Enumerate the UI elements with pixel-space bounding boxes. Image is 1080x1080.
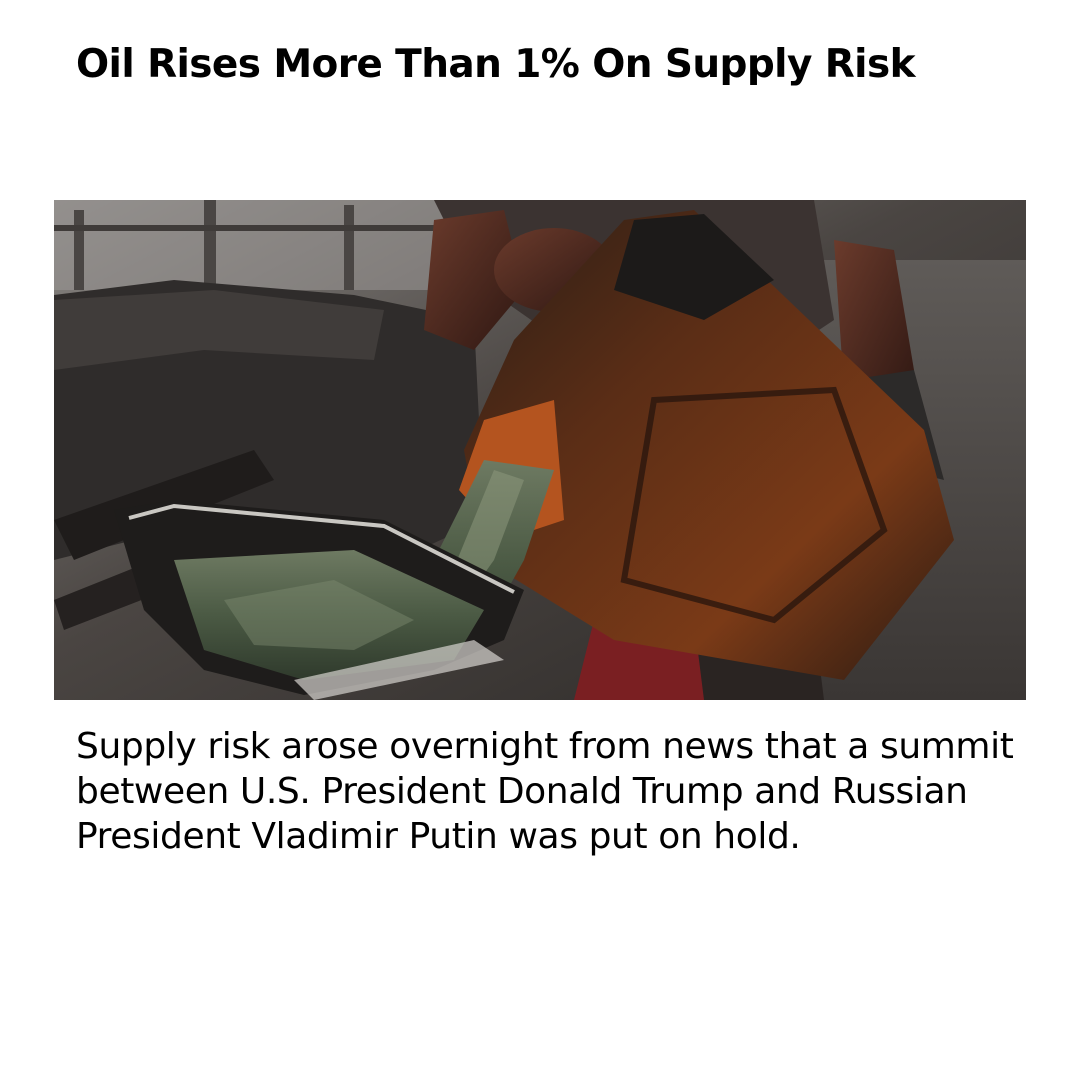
article-photo: [54, 200, 1026, 700]
article-headline: Oil Rises More Than 1% On Supply Risk: [76, 42, 916, 87]
article-body: Supply risk arose overnight from news th…: [76, 726, 1014, 857]
